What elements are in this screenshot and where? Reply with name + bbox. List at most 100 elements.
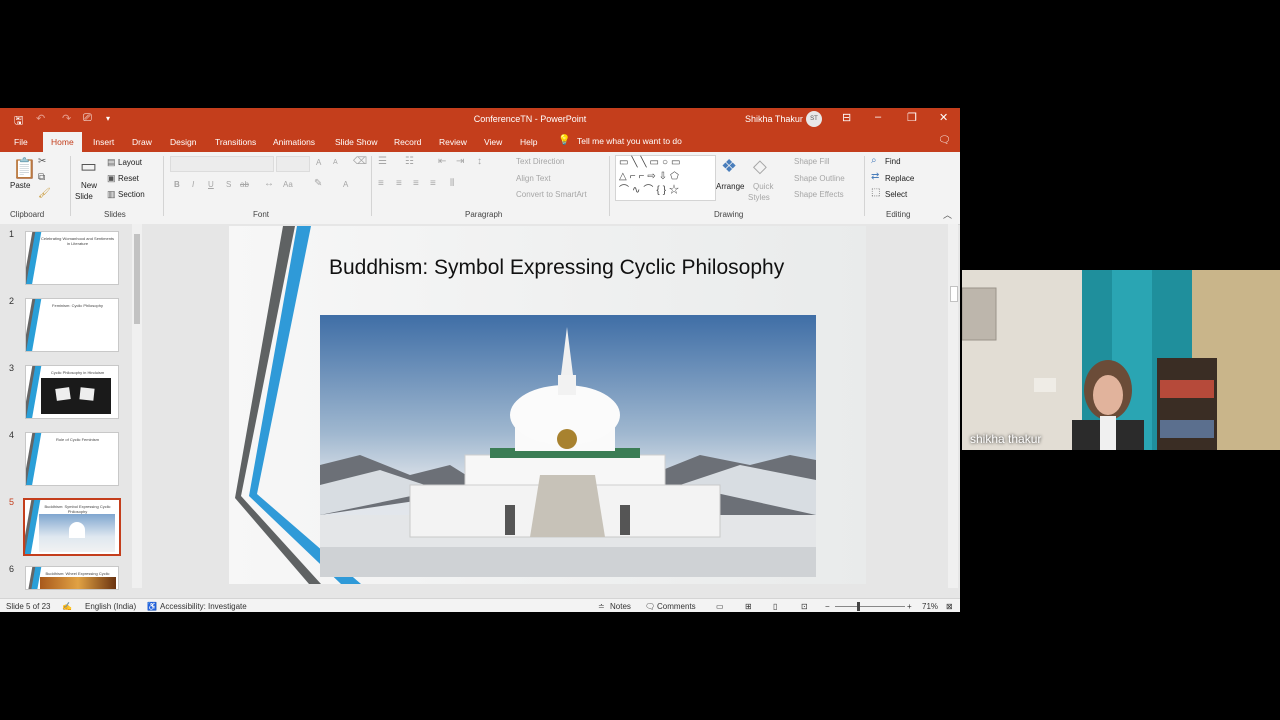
zoom-slider[interactable] bbox=[835, 602, 905, 611]
quick-styles-icon[interactable]: ◇ bbox=[753, 156, 767, 177]
numbering-icon[interactable]: ☷ bbox=[405, 156, 414, 167]
slideshow-view-icon[interactable]: ⊡ bbox=[801, 602, 808, 611]
slide-thumbnail-6[interactable]: Buddhism: Wheel Expressing Cyclic Philos… bbox=[25, 566, 119, 590]
font-color-button[interactable]: A bbox=[343, 180, 348, 189]
zoom-out-icon[interactable]: − bbox=[825, 602, 830, 611]
tab-record[interactable]: Record bbox=[394, 137, 421, 147]
comments-button[interactable]: Comments bbox=[657, 602, 696, 611]
italic-button[interactable]: I bbox=[192, 180, 194, 189]
shape-effects-button[interactable]: Shape Effects bbox=[794, 190, 844, 199]
quick-styles-button[interactable]: Quick bbox=[753, 182, 773, 191]
bullets-icon[interactable]: ☰ bbox=[378, 156, 387, 167]
replace-button[interactable]: Replace bbox=[885, 174, 914, 183]
paste-icon[interactable]: 📋 bbox=[12, 156, 37, 181]
decrease-indent-icon[interactable]: ⇤ bbox=[438, 156, 446, 167]
format-painter-icon[interactable]: 🖌 bbox=[38, 188, 51, 199]
slides-group-label: Slides bbox=[104, 210, 126, 219]
tab-transitions[interactable]: Transitions bbox=[215, 137, 256, 147]
tab-help[interactable]: Help bbox=[520, 137, 537, 147]
slide-thumbnail-1[interactable]: Celebrating Womanhood and Sentiments in … bbox=[25, 231, 119, 285]
avatar[interactable]: ST bbox=[806, 111, 822, 127]
tab-animations[interactable]: Animations bbox=[273, 137, 315, 147]
arrange-button[interactable]: Arrange bbox=[716, 182, 744, 191]
slide-thumbnail-4[interactable]: Role of Cyclic Feminism bbox=[25, 432, 119, 486]
shape-fill-button[interactable]: Shape Fill bbox=[794, 157, 830, 166]
slide-thumbnail-2[interactable]: Feminism: Cyclic Philosophy bbox=[25, 298, 119, 352]
find-button[interactable]: Find bbox=[885, 157, 901, 166]
align-center-icon[interactable]: ≡ bbox=[396, 178, 402, 189]
increase-indent-icon[interactable]: ⇥ bbox=[456, 156, 464, 167]
arrange-icon[interactable]: ❖ bbox=[721, 156, 737, 177]
layout-button[interactable]: Layout bbox=[118, 158, 142, 167]
slide-title[interactable]: Buddhism: Symbol Expressing Cyclic Philo… bbox=[329, 256, 809, 280]
slide-thumbnail-3[interactable]: Cyclic Philosophy in Hinduism bbox=[25, 365, 119, 419]
editor-scrollbar[interactable] bbox=[948, 224, 958, 588]
accessibility-status[interactable]: Accessibility: Investigate bbox=[160, 602, 247, 611]
close-icon[interactable]: ✕ bbox=[939, 111, 948, 124]
notes-button[interactable]: Notes bbox=[610, 602, 631, 611]
increase-font-size-button[interactable]: A bbox=[316, 158, 321, 167]
paste-button[interactable]: Paste bbox=[10, 181, 30, 190]
zoom-slider-thumb[interactable] bbox=[857, 602, 860, 611]
thumbnail-scrollbar[interactable] bbox=[132, 224, 142, 588]
highlight-icon[interactable]: ✎ bbox=[314, 178, 322, 189]
ribbon-display-icon[interactable]: ⊟ bbox=[842, 111, 851, 124]
spelling-icon[interactable]: ✍ bbox=[62, 602, 72, 611]
decrease-font-size-button[interactable]: A bbox=[333, 159, 338, 166]
character-spacing-icon[interactable]: ↔ bbox=[264, 178, 274, 189]
shapes-gallery[interactable]: ▭╲╲▭○▭ △⌐⌐⇨⇩⬠ ⌒∿⌒{}☆ bbox=[615, 155, 716, 201]
copy-icon[interactable]: ⧉ bbox=[38, 172, 45, 183]
clear-formatting-icon[interactable]: ⌫ bbox=[353, 156, 367, 167]
tab-review[interactable]: Review bbox=[439, 137, 467, 147]
cut-icon[interactable]: ✂ bbox=[38, 156, 46, 167]
tell-me-search[interactable]: Tell me what you want to do bbox=[577, 136, 682, 146]
section-button[interactable]: Section bbox=[118, 190, 145, 199]
font-size-box[interactable] bbox=[276, 156, 310, 172]
text-direction-button[interactable]: Text Direction bbox=[516, 157, 564, 166]
zoom-in-icon[interactable]: + bbox=[907, 602, 912, 611]
normal-view-icon[interactable]: ▭ bbox=[716, 602, 724, 611]
tab-view[interactable]: View bbox=[484, 137, 502, 147]
align-right-icon[interactable]: ≡ bbox=[413, 178, 419, 189]
tab-slide-show[interactable]: Slide Show bbox=[335, 137, 378, 147]
align-left-icon[interactable]: ≡ bbox=[378, 178, 384, 189]
replace-icon: ⇄ bbox=[871, 171, 880, 182]
bold-button[interactable]: B bbox=[174, 180, 180, 189]
font-name-box[interactable] bbox=[170, 156, 274, 172]
slide-thumbnail-5[interactable]: Buddhism: Symbol Expressing Cyclic Philo… bbox=[23, 498, 121, 556]
reading-view-icon[interactable]: ▯ bbox=[773, 602, 777, 611]
stupa-photo[interactable] bbox=[320, 315, 816, 577]
tab-home[interactable]: Home bbox=[43, 132, 82, 152]
line-spacing-icon[interactable]: ↕ bbox=[477, 156, 482, 167]
change-case-button[interactable]: Aa bbox=[283, 180, 293, 189]
reset-button[interactable]: Reset bbox=[118, 174, 139, 183]
shape-outline-button[interactable]: Shape Outline bbox=[794, 174, 845, 183]
fit-to-window-icon[interactable]: ⊠ bbox=[946, 602, 953, 611]
comments-icon[interactable]: 🗨 bbox=[938, 135, 951, 146]
current-slide[interactable]: Buddhism: Symbol Expressing Cyclic Philo… bbox=[229, 226, 866, 584]
align-text-button[interactable]: Align Text bbox=[516, 174, 551, 183]
user-name[interactable]: Shikha Thakur bbox=[745, 114, 803, 124]
new-slide-button[interactable]: New bbox=[81, 181, 97, 190]
collapse-ribbon-icon[interactable]: ︿ bbox=[943, 208, 952, 221]
restore-icon[interactable]: ❐ bbox=[907, 111, 917, 124]
zoom-level[interactable]: 71% bbox=[922, 602, 938, 611]
slide-sorter-icon[interactable]: ⊞ bbox=[745, 602, 752, 611]
underline-button[interactable]: U bbox=[208, 180, 214, 189]
select-button[interactable]: Select bbox=[885, 190, 907, 199]
columns-icon[interactable]: ⫴ bbox=[450, 178, 454, 189]
find-icon: ⌕ bbox=[871, 155, 877, 166]
tab-file[interactable]: File bbox=[14, 137, 28, 147]
tab-insert[interactable]: Insert bbox=[93, 137, 114, 147]
tab-design[interactable]: Design bbox=[170, 137, 196, 147]
shadow-button[interactable]: S bbox=[226, 180, 231, 189]
new-slide-icon[interactable]: ▭ bbox=[80, 156, 97, 177]
new-slide-button-label[interactable]: Slide bbox=[75, 192, 93, 201]
justify-icon[interactable]: ≡ bbox=[430, 178, 436, 189]
tab-draw[interactable]: Draw bbox=[132, 137, 152, 147]
convert-smartart-button[interactable]: Convert to SmartArt bbox=[516, 190, 587, 199]
minimize-icon[interactable]: – bbox=[875, 111, 881, 123]
quick-styles-button-label[interactable]: Styles bbox=[748, 193, 770, 202]
language-status[interactable]: English (India) bbox=[85, 602, 136, 611]
strikethrough-button[interactable]: ab bbox=[240, 180, 249, 189]
